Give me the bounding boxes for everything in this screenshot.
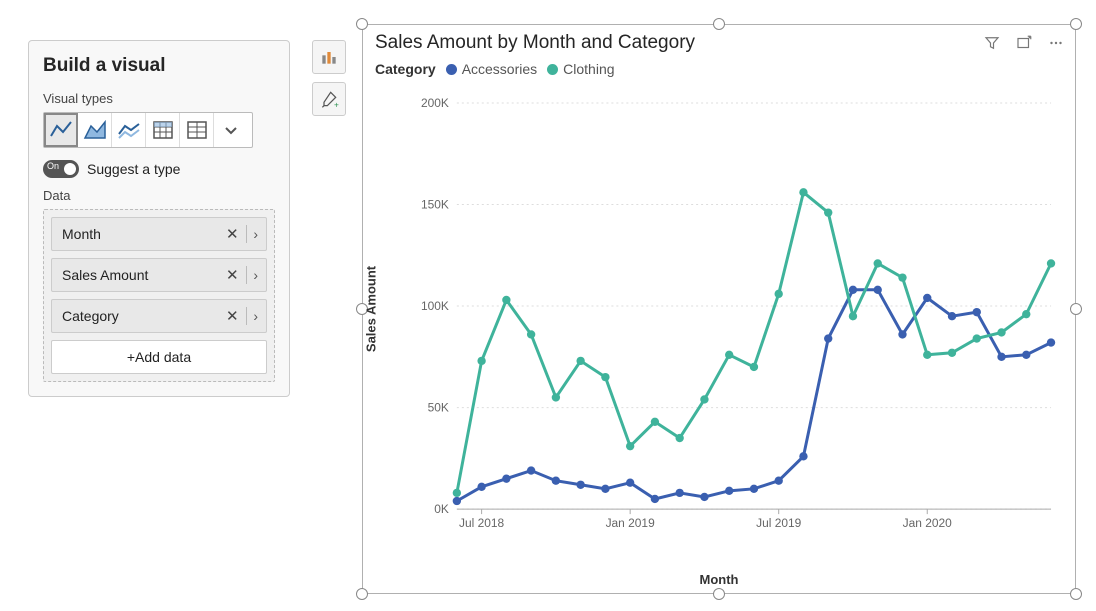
- toggle-on-text: On: [47, 161, 59, 171]
- visual-types-label: Visual types: [43, 91, 275, 106]
- visual-side-tools: +: [312, 40, 346, 116]
- panel-title: Build a visual: [43, 55, 275, 77]
- format-pane-button[interactable]: +: [312, 82, 346, 116]
- resize-handle[interactable]: [713, 18, 725, 30]
- visual-type-area-chart[interactable]: [78, 113, 112, 147]
- chart-title: Sales Amount by Month and Category: [375, 32, 983, 54]
- remove-field-icon[interactable]: ✕: [224, 266, 240, 284]
- filter-icon[interactable]: [983, 34, 1001, 52]
- chevron-right-icon[interactable]: ›: [253, 308, 258, 324]
- more-options-icon[interactable]: [1047, 34, 1065, 52]
- separator: [246, 266, 247, 284]
- chart-actions: [983, 34, 1065, 52]
- resize-handle[interactable]: [1070, 303, 1082, 315]
- legend-label: Accessories: [462, 61, 537, 77]
- legend-item-clothing[interactable]: Clothing: [547, 61, 614, 77]
- x-axis-label: Month: [700, 572, 739, 587]
- area-chart-icon: [83, 118, 107, 142]
- plot-area: 0K 50K 100K 150K 200K Jul 2018 Jan 2019 Jul 201…: [411, 97, 1061, 537]
- table-icon: [151, 118, 175, 142]
- visual-types-row: [43, 112, 253, 148]
- suggest-type-toggle[interactable]: On: [43, 160, 79, 178]
- field-pill-month[interactable]: Month ✕ ›: [51, 217, 267, 251]
- legend-item-accessories[interactable]: Accessories: [446, 61, 537, 77]
- visual-type-table[interactable]: [146, 113, 180, 147]
- separator: [246, 225, 247, 243]
- field-pill-category[interactable]: Category ✕ ›: [51, 299, 267, 333]
- matrix-icon: [185, 118, 209, 142]
- paintbrush-icon: +: [319, 89, 339, 109]
- chevron-right-icon[interactable]: ›: [253, 267, 258, 283]
- svg-text:Jul 2019: Jul 2019: [756, 516, 802, 530]
- svg-text:0K: 0K: [434, 502, 449, 516]
- resize-handle[interactable]: [1070, 588, 1082, 600]
- y-axis-label: Sales Amount: [364, 266, 379, 352]
- legend-dot: [547, 64, 558, 75]
- svg-text:Jan 2020: Jan 2020: [903, 516, 953, 530]
- toggle-knob: [64, 163, 76, 175]
- visual-type-more-dropdown[interactable]: [214, 113, 248, 147]
- line-chart-icon: [49, 118, 73, 142]
- field-label: Month: [62, 226, 224, 242]
- field-label: Sales Amount: [62, 267, 224, 283]
- field-pill-sales-amount[interactable]: Sales Amount ✕ ›: [51, 258, 267, 292]
- stacked-area-icon: [117, 118, 141, 142]
- chart-legend: Category Accessories Clothing: [363, 57, 1075, 79]
- svg-text:Jul 2018: Jul 2018: [459, 516, 505, 530]
- chart-visual-frame[interactable]: Sales Amount by Month and Category Categ…: [362, 24, 1076, 594]
- legend-title: Category: [375, 61, 436, 77]
- suggest-type-label: Suggest a type: [87, 161, 180, 177]
- build-visual-panel: Build a visual Visual types On Suggest a…: [28, 40, 290, 397]
- remove-field-icon[interactable]: ✕: [224, 307, 240, 325]
- data-label: Data: [43, 188, 275, 203]
- chevron-right-icon[interactable]: ›: [253, 226, 258, 242]
- visual-type-line-chart[interactable]: [44, 113, 78, 147]
- data-well: Month ✕ › Sales Amount ✕ › Category ✕ › …: [43, 209, 275, 382]
- visual-type-matrix[interactable]: [180, 113, 214, 147]
- resize-handle[interactable]: [356, 18, 368, 30]
- resize-handle[interactable]: [1070, 18, 1082, 30]
- remove-field-icon[interactable]: ✕: [224, 225, 240, 243]
- svg-text:50K: 50K: [428, 401, 449, 415]
- visual-type-stacked-area-chart[interactable]: [112, 113, 146, 147]
- fields-pane-button[interactable]: [312, 40, 346, 74]
- field-label: Category: [62, 308, 224, 324]
- svg-text:100K: 100K: [421, 299, 449, 313]
- plot-svg: 0K 50K 100K 150K 200K Jul 2018 Jan 2019 Jul 201…: [411, 97, 1061, 537]
- resize-handle[interactable]: [713, 588, 725, 600]
- svg-text:200K: 200K: [421, 97, 449, 110]
- legend-label: Clothing: [563, 61, 614, 77]
- focus-mode-icon[interactable]: [1015, 34, 1033, 52]
- resize-handle[interactable]: [356, 588, 368, 600]
- legend-dot: [446, 64, 457, 75]
- chevron-down-icon: [219, 118, 243, 142]
- column-chart-icon: [319, 47, 339, 67]
- svg-text:+: +: [334, 99, 339, 109]
- svg-text:Jan 2019: Jan 2019: [606, 516, 656, 530]
- add-data-button[interactable]: +Add data: [51, 340, 267, 374]
- svg-text:150K: 150K: [421, 198, 449, 212]
- separator: [246, 307, 247, 325]
